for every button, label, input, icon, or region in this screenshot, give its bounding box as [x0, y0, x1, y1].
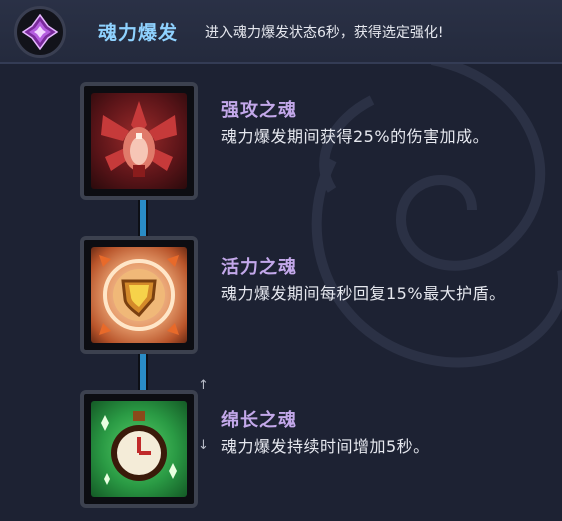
- talent-name: 活力之魂: [221, 257, 297, 278]
- talent-name: 绵长之魂: [221, 410, 297, 431]
- background-ornament: [311, 55, 562, 368]
- green-stopwatch-icon: [101, 411, 177, 485]
- talent-node-vitality[interactable]: [80, 236, 198, 354]
- scroll-up-icon[interactable]: ↑: [198, 378, 209, 393]
- purple-crystal-icon: [14, 6, 66, 58]
- talent-node-strength[interactable]: [80, 82, 198, 200]
- scroll-down-icon[interactable]: ↓: [198, 438, 209, 453]
- golden-shield-icon: [99, 255, 179, 335]
- skill-description: 进入魂力爆发状态6秒，获得选定强化!: [205, 25, 444, 41]
- skill-header: 魂力爆发 进入魂力爆发状态6秒，获得选定强化!: [0, 0, 562, 64]
- talent-node-duration[interactable]: [80, 390, 198, 508]
- red-beast-claw-icon: [101, 101, 177, 177]
- skill-title: 魂力爆发: [98, 22, 179, 44]
- talent-description: 魂力爆发期间获得25%的伤害加成。: [221, 127, 490, 146]
- talent-description: 魂力爆发期间每秒回复15%最大护盾。: [221, 284, 506, 303]
- talent-name: 强攻之魂: [221, 100, 297, 121]
- talent-connector: [138, 352, 148, 390]
- talent-description: 魂力爆发持续时间增加5秒。: [221, 437, 430, 456]
- talent-connector: [138, 198, 148, 236]
